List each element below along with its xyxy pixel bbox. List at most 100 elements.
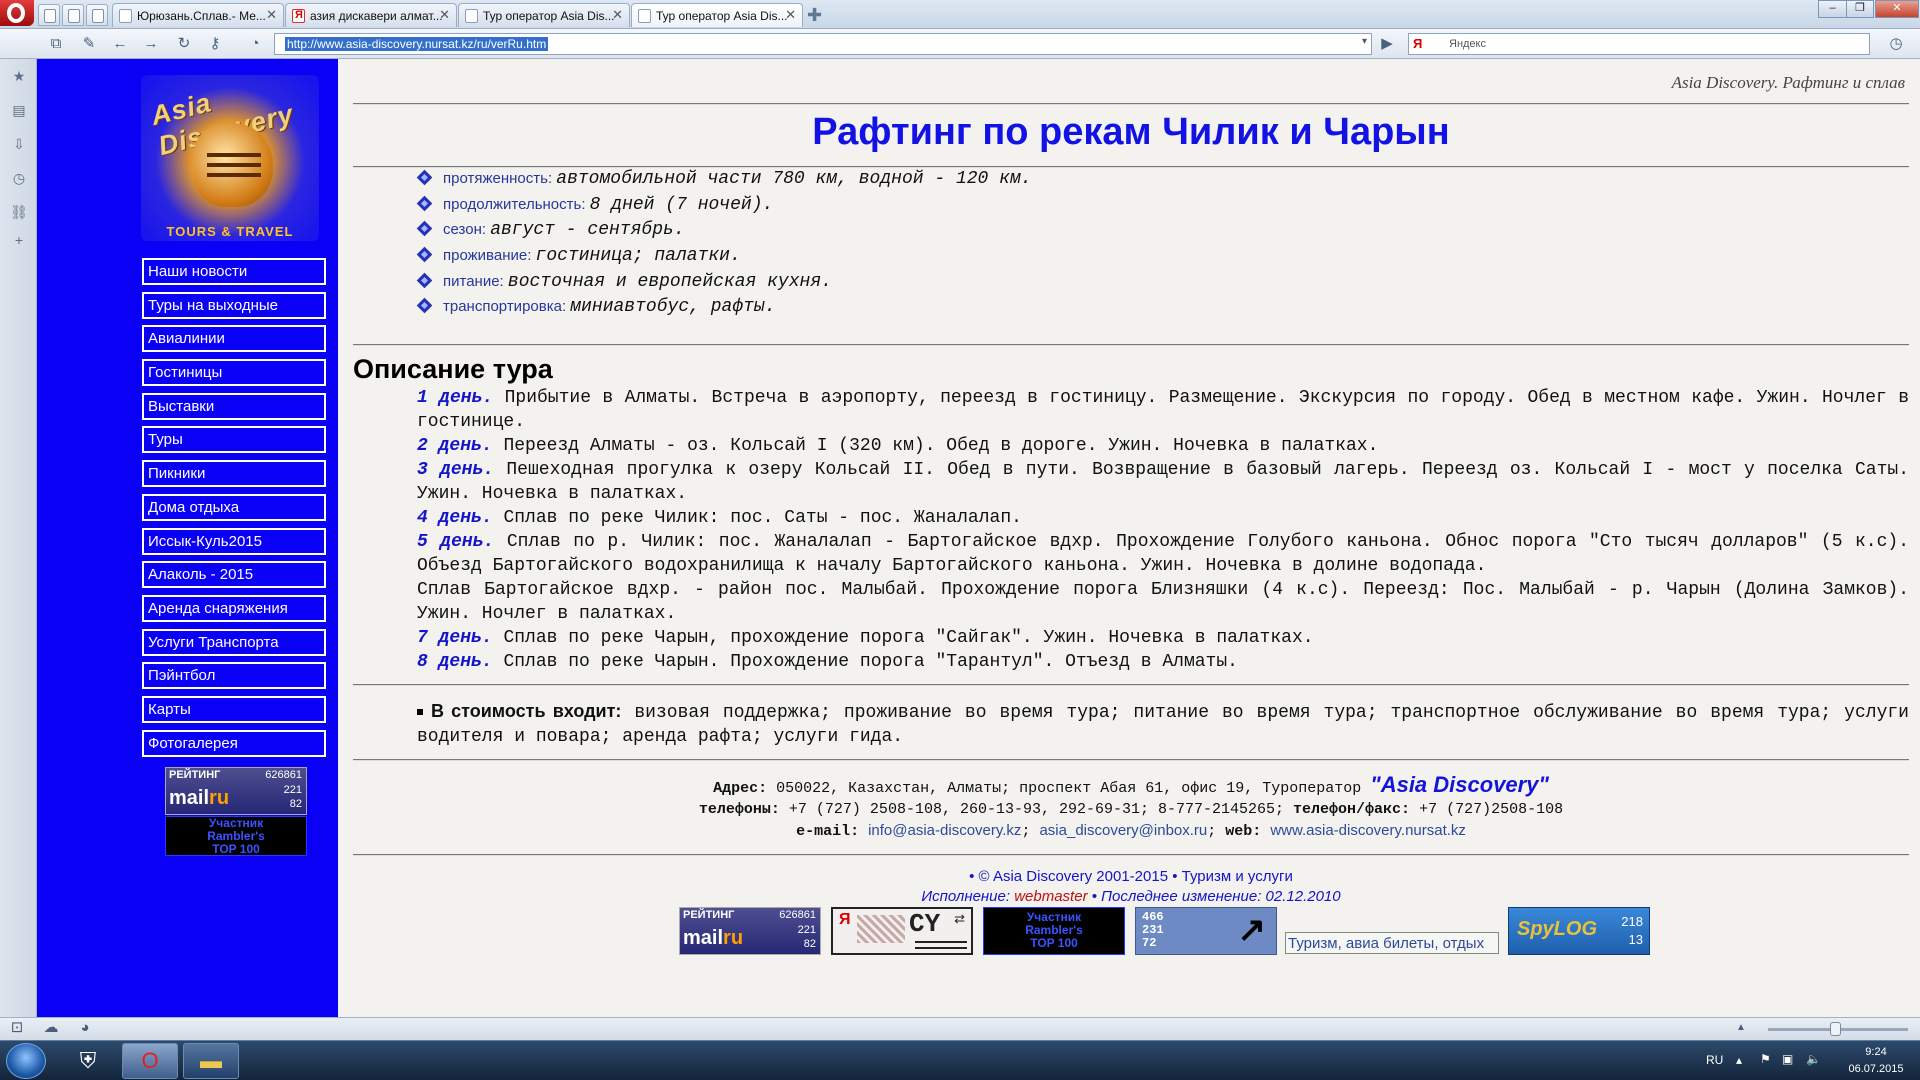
chevron-down-icon[interactable]: ▾: [1362, 36, 1367, 47]
tab[interactable]: Юрюзань.Сплав.- Ме... ✕: [112, 3, 284, 27]
reload-icon[interactable]: ↻: [175, 35, 193, 53]
menu-item-tours[interactable]: Туры: [142, 426, 326, 454]
fact-duration: продолжительность: 8 дней (7 ночей).: [416, 195, 1032, 221]
day-text: Сплав по реке Чилик: пос. Саты - пос. Жа…: [503, 508, 1022, 528]
start-button[interactable]: [6, 1043, 46, 1079]
close-window-button[interactable]: ✕: [1875, 0, 1919, 18]
email-link[interactable]: info@asia-discovery.kz: [868, 822, 1021, 839]
day-text: Сплав Бартогайское вдхр. - район пос. Ма…: [417, 580, 1909, 624]
back-icon[interactable]: ←: [111, 35, 129, 53]
execution-label: Исполнение:: [921, 888, 1011, 905]
fact-value: автомобильной части 780 км, водной - 120…: [556, 169, 1032, 189]
opera-taskbar-icon[interactable]: O: [122, 1043, 178, 1079]
day-label: 2 день.: [417, 436, 493, 456]
language-indicator[interactable]: RU: [1706, 1053, 1723, 1067]
speed-icon[interactable]: ◕: [76, 1019, 94, 1037]
panel-toggle-icon[interactable]: ⊡: [8, 1019, 26, 1037]
menu-item-hotels[interactable]: Гостиницы: [142, 359, 326, 387]
tab-title: азия дискавери алмат...: [310, 9, 443, 23]
flag-icon[interactable]: ⚑: [1760, 1052, 1771, 1066]
tab-pinned-3[interactable]: [86, 4, 108, 26]
address-text: http://www.asia-discovery.nursat.kz/ru/v…: [285, 37, 549, 51]
menu-item-rest-houses[interactable]: Дома отдыха: [142, 493, 326, 521]
fact-accommodation: проживание: гостиница; палатки.: [416, 246, 1032, 272]
tour-facts-list: протяженность: автомобильной части 780 к…: [416, 169, 1032, 323]
menu-item-picnics[interactable]: Пикники: [142, 460, 326, 488]
opera-menu-button[interactable]: [0, 0, 34, 26]
close-icon[interactable]: ✕: [612, 7, 623, 23]
tab-pinned-2[interactable]: [62, 4, 84, 26]
close-icon[interactable]: ✕: [439, 7, 450, 23]
menu-item-news[interactable]: Наши новости: [142, 258, 326, 285]
system-clock[interactable]: 9:24 06.07.2015: [1842, 1044, 1910, 1078]
explorer-folder-icon[interactable]: ▬: [183, 1043, 239, 1079]
minimize-button[interactable]: –: [1818, 0, 1846, 18]
webmaster-link[interactable]: webmaster: [1014, 888, 1087, 905]
tab-title: Тур оператор Asia Dis...: [656, 9, 788, 23]
price-includes: В стоимость входит: визовая поддержка; п…: [417, 699, 1909, 749]
menu-item-maps[interactable]: Карты: [142, 695, 326, 723]
history-icon[interactable]: ◷: [10, 169, 28, 187]
menu-item-weekend-tours[interactable]: Туры на выходные: [142, 291, 326, 319]
speed-dial-icon[interactable]: ◔: [246, 35, 264, 53]
email-link[interactable]: asia_discovery@inbox.ru: [1039, 822, 1207, 839]
network-icon[interactable]: ▣: [1782, 1052, 1793, 1066]
go-icon[interactable]: ▶: [1378, 35, 1396, 53]
chevron-up-icon[interactable]: ▴: [1736, 1053, 1742, 1067]
tab[interactable]: азия дискавери алмат... ✕: [285, 3, 457, 27]
tourism-link[interactable]: Туризм, авиа билеты, отдых: [1285, 932, 1499, 954]
search-input[interactable]: Я Яндекс: [1408, 33, 1870, 55]
side-panel: ★ ▤ ⇩ ◷ ⛓ +: [0, 59, 37, 1017]
itinerary-day: 3 день. Пешеходная прогулка к озеру Коль…: [417, 458, 1909, 506]
menu-item-equipment-rent[interactable]: Аренда снаряжения: [142, 594, 326, 622]
liveinternet-counter-badge[interactable]: 466 231 72 ↗: [1135, 907, 1277, 955]
website-link[interactable]: www.asia-discovery.nursat.kz: [1270, 822, 1466, 839]
pattern-icon: [857, 915, 905, 943]
main-content: Asia Discovery. Рафтинг и сплав Рафтинг …: [353, 59, 1913, 1017]
left-navigation-column: Asia Discovery TOURS & TRAVEL Наши новос…: [37, 59, 338, 1017]
day-label: 8 день.: [417, 652, 493, 672]
zoom-slider-handle[interactable]: [1830, 1022, 1841, 1036]
forward-icon[interactable]: →: [142, 35, 160, 53]
fax-text: +7 (727)2508-108: [1419, 801, 1564, 818]
maximize-button[interactable]: ❐: [1846, 0, 1874, 18]
key-icon[interactable]: ⚷: [206, 35, 224, 53]
downloads-icon[interactable]: ⇩: [10, 135, 28, 153]
bookmarks-star-icon[interactable]: ★: [10, 67, 28, 85]
asia-discovery-logo[interactable]: Asia Discovery TOURS & TRAVEL: [141, 75, 319, 241]
menu-item-photo-gallery[interactable]: Фотогалерея: [142, 729, 326, 757]
menu-item-airlines[interactable]: Авиалинии: [142, 325, 326, 353]
volume-icon[interactable]: 🔈: [1806, 1052, 1821, 1066]
diamond-bullet-icon: [416, 272, 433, 289]
yandex-cy-badge[interactable]: Я CY ⇄: [831, 907, 973, 955]
links-icon[interactable]: ⛓: [10, 203, 28, 221]
mail-ru-rating-badge[interactable]: РЕЙТИНГ 626861 221 82 mailru: [165, 767, 307, 815]
download-icon[interactable]: ◷: [1887, 35, 1905, 53]
menu-item-alakol[interactable]: Алаколь - 2015: [142, 561, 326, 589]
tab-pinned-1[interactable]: [38, 4, 60, 26]
close-icon[interactable]: ✕: [266, 7, 277, 23]
edit-icon[interactable]: ✎: [80, 35, 98, 53]
menu-item-paintball[interactable]: Пэйнтбол: [142, 662, 326, 690]
world-of-tanks-icon[interactable]: ⛨: [60, 1043, 116, 1079]
badge-value: 221: [797, 924, 816, 936]
add-panel-icon[interactable]: +: [10, 231, 28, 249]
tab[interactable]: Тур оператор Asia Dis... ✕: [458, 3, 630, 27]
tab-active[interactable]: Тур оператор Asia Dis... ✕: [631, 3, 803, 27]
cloud-icon[interactable]: ☁: [42, 1019, 60, 1037]
close-icon[interactable]: ✕: [785, 7, 796, 23]
menu-item-transport[interactable]: Услуги Транспорта: [142, 628, 326, 656]
menu-item-exhibitions[interactable]: Выставки: [142, 392, 326, 420]
page-title: Рафтинг по рекам Чилик и Чарын: [812, 111, 1450, 153]
address-bar[interactable]: http://www.asia-discovery.nursat.kz/ru/v…: [274, 33, 1372, 55]
panels-icon[interactable]: ⧉: [47, 35, 65, 53]
rambler-top100-badge[interactable]: Участник Rambler's TOP 100: [983, 907, 1125, 955]
menu-item-issyk-kul[interactable]: Иссык-Куль2015: [142, 527, 326, 555]
new-tab-icon[interactable]: ✚: [807, 5, 822, 26]
rambler-top100-badge[interactable]: Участник Rambler's TOP 100: [165, 816, 307, 856]
spylog-badge[interactable]: SpyLOG 218 13: [1508, 907, 1650, 955]
chevron-up-icon[interactable]: ▲: [1732, 1019, 1750, 1037]
notes-icon[interactable]: ▤: [10, 101, 28, 119]
mail-ru-rating-badge[interactable]: РЕЙТИНГ 626861 221 82 mailru: [679, 907, 821, 955]
fact-key: транспортировка:: [443, 298, 567, 316]
